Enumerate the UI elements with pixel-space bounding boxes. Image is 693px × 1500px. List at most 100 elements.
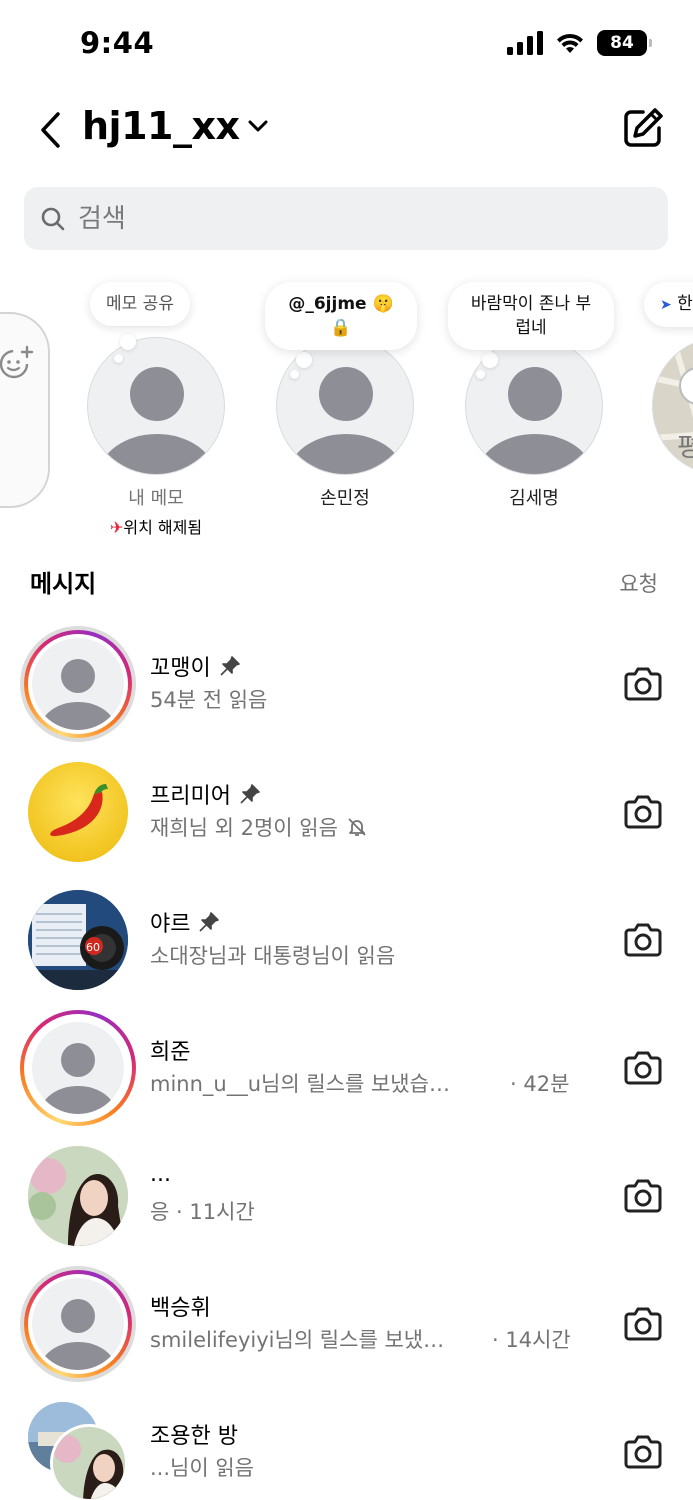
camera-button[interactable] [621,1302,665,1346]
bubble-tail [114,354,123,363]
conversation-subtitle: 재희님 외 2명이 읽음 [150,812,368,842]
messages-title: 메시지 [30,570,97,598]
group-avatar [28,1402,128,1500]
conversation-name: 백승휘 [150,1296,211,1321]
conversation-item[interactable]: 조용한 방 ...님이 읽음 [0,1392,693,1500]
chevron-left-icon [41,112,60,148]
note-name: 내 메모 [128,488,184,509]
camera-button[interactable] [621,662,665,706]
conversation-name: 프리미어 [150,778,261,810]
conversation-item[interactable]: 백승휘 smilelifeyiyi님의 릴스를 보냈… · 14시간 [0,1264,693,1384]
avatar [87,337,225,475]
conversation-name: 야르 [150,906,220,938]
pin-icon [220,656,240,676]
location-arrow-icon: ➤ [660,297,672,313]
wifi-icon [557,33,583,53]
camera-button[interactable] [621,918,665,962]
conversation-item[interactable]: 프리미어 재희님 외 2명이 읽음 [0,752,693,872]
bell-off-icon [348,818,366,836]
camera-button[interactable] [621,1046,665,1090]
conversation-name: 조용한 방 [150,1424,238,1449]
bubble-tail [476,370,485,379]
compose-button[interactable] [621,106,665,150]
status-time: 9:44 [80,26,155,60]
note-name: 김세명 [509,488,559,509]
conversation-time: · 14시간 [492,1328,571,1352]
conversation-item[interactable]: ... 응 · 11시간 [0,1136,693,1256]
conversation-name: ... [150,1162,171,1187]
map-thumbnail-icon: 평 [653,338,693,474]
avatar [32,1022,124,1114]
camera-icon [624,1179,662,1213]
bubble-tail [120,334,136,350]
avatar [32,638,124,730]
status-icons: 84 [507,30,652,56]
note-bubble: 메모 공유 [90,282,190,326]
pin-icon [240,784,260,804]
conversation-subtitle: 소대장님과 대통령님이 읽음 [150,944,396,968]
conversation-item[interactable]: 희준 minn_u__u님의 릴스를 보냈습… · 42분 [0,1008,693,1128]
back-button[interactable] [30,108,70,152]
camera-button[interactable] [621,1174,665,1218]
requests-link[interactable]: 요청 [619,568,658,598]
signal-icon [507,31,543,55]
avatar-map: 평 [652,337,693,475]
conversation-name: 꼬맹이 [150,650,241,682]
battery-indicator: 84 [597,30,652,56]
add-emoji-icon [0,345,34,379]
svg-text:60: 60 [86,941,100,954]
bubble-tail [296,352,312,368]
photo-avatar-icon [28,1146,128,1246]
location-off-icon: ✈ [109,518,124,537]
camera-icon [624,923,662,957]
search-input[interactable] [78,203,638,234]
camera-icon [624,1435,662,1469]
account-name: hj11_xx [82,104,240,148]
conversation-item[interactable]: 60 야르 소대장님과 대통령님이 읽음 [0,880,693,1000]
conversation-time: · 42분 [510,1072,570,1096]
add-note-card[interactable] [0,312,50,508]
conversation-subtitle: 응 · 11시간 [150,1200,255,1224]
account-switcher[interactable]: hj11_xx [82,104,269,148]
conversation-subtitle: ...님이 읽음 [150,1456,254,1480]
svg-text:평: 평 [677,433,693,463]
default-avatar-icon [32,638,124,730]
bubble-tail [482,352,498,368]
bubble-tail [290,370,299,379]
photo-avatar-icon [53,1427,125,1499]
default-avatar-icon [32,1022,124,1114]
default-avatar-icon [32,1278,124,1370]
camera-icon [624,667,662,701]
avatar: 60 [28,890,128,990]
camera-button[interactable] [621,790,665,834]
note-bubble: @_6jjme 🤫🔒 [265,282,417,350]
conversation-subtitle: smilelifeyiyi님의 릴스를 보냈… [150,1328,445,1352]
notes-row: 메모 공유 내 메모 ✈위치 해제됨 @_6jjme 🤫🔒 손민정 바람막이 존… [0,270,693,550]
camera-icon [624,1051,662,1085]
location-status: ✈위치 해제됨 [109,518,203,537]
note-bubble: ➤ 한 [644,282,693,327]
avatar [50,1424,128,1500]
note-name: 손민정 [320,488,370,509]
chili-pepper-icon [28,762,128,862]
header: hj11_xx [0,100,693,160]
conversation-subtitle: minn_u__u님의 릴스를 보냈습… [150,1072,450,1096]
search-bar[interactable] [24,187,668,250]
pin-icon [199,912,220,932]
chevron-down-icon [248,120,268,132]
default-avatar-icon [99,367,215,474]
camera-button[interactable] [621,1430,665,1474]
camera-icon [624,1307,662,1341]
status-bar: 9:44 84 [0,0,693,90]
avatar [28,1146,128,1246]
photo-avatar-icon: 60 [28,890,128,990]
conversation-name: 희준 [150,1040,191,1065]
compose-icon [624,108,663,147]
avatar [28,762,128,862]
camera-icon [624,795,662,829]
conversation-item[interactable]: 꼬맹이 54분 전 읽음 [0,624,693,744]
conversation-subtitle: 54분 전 읽음 [150,688,268,712]
note-bubble: 바람막이 존나 부 럽네 [448,282,614,350]
avatar [32,1278,124,1370]
search-icon [41,207,65,230]
